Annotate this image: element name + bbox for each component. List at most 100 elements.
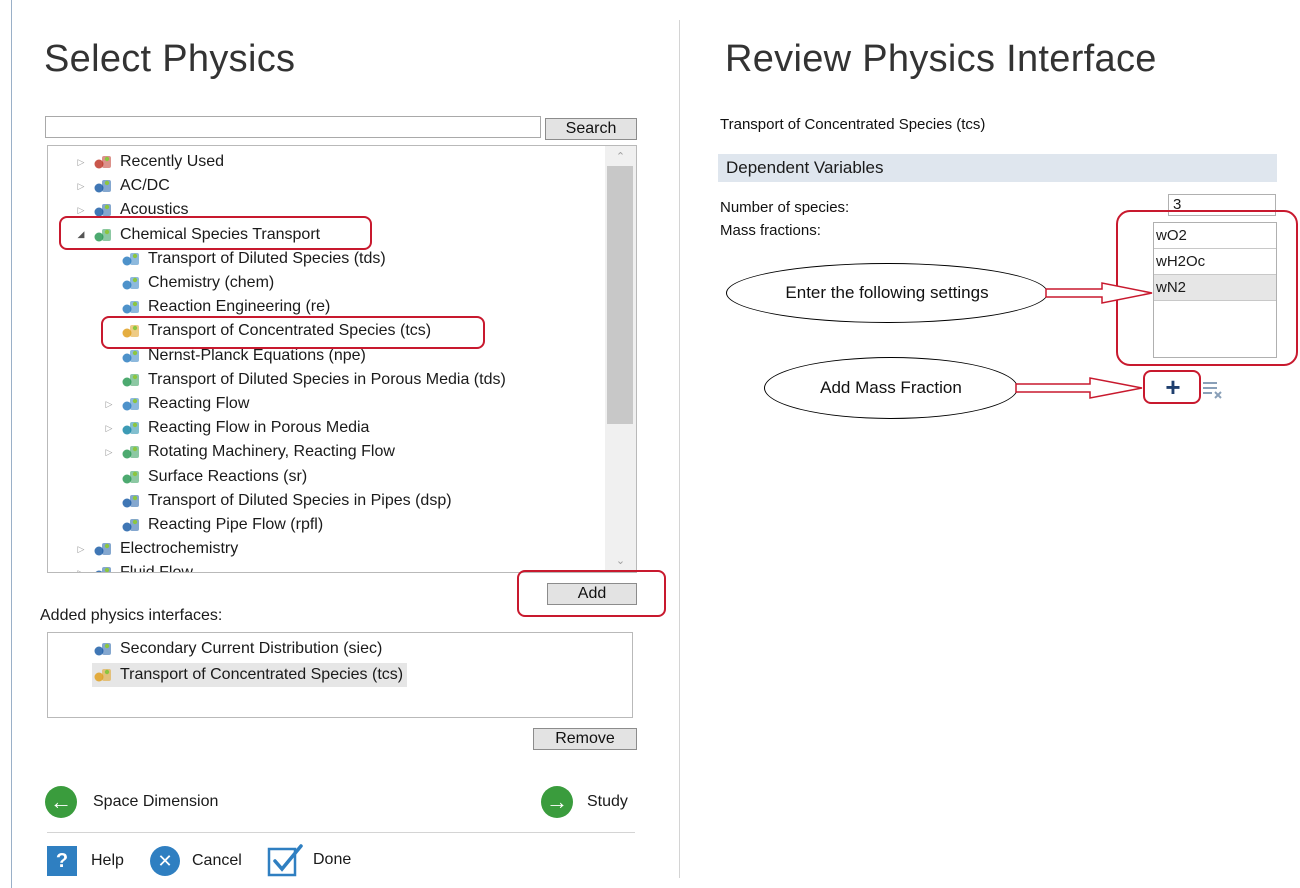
added-interfaces-list[interactable]: Secondary Current Distribution (siec) Tra…: [47, 632, 633, 718]
dependent-variables-section[interactable]: Dependent Variables: [718, 154, 1277, 182]
next-arrow-icon: →: [541, 786, 573, 818]
added-interfaces-label: Added physics interfaces:: [40, 607, 223, 624]
expand-triangle-icon[interactable]: ▷: [104, 447, 114, 458]
flask-icon: [120, 297, 142, 317]
tree-item-label: Reacting Flow in Porous Media: [148, 419, 370, 437]
help-label: Help: [91, 852, 124, 869]
tree-item-label: Reaction Engineering (re): [148, 298, 331, 316]
expand-triangle-icon[interactable]: ▷: [76, 205, 86, 216]
porous-flow-icon: [120, 418, 142, 438]
current-distribution-icon: [92, 639, 114, 659]
tree-item[interactable]: ▷ Fluid Flow: [76, 561, 193, 573]
cancel-button[interactable]: ✕ Cancel: [150, 846, 242, 876]
expand-triangle-icon[interactable]: ▷: [76, 181, 86, 192]
help-icon: ?: [47, 846, 77, 876]
window-left-edge: [11, 0, 12, 888]
bottles-icon: [92, 665, 114, 685]
callout-add-mass-fraction: Add Mass Fraction: [764, 357, 1018, 419]
surface-reactions-icon: [120, 467, 142, 487]
annotation-transport-concentrated-species: [101, 316, 485, 349]
tree-item-label: Nernst-Planck Equations (npe): [148, 346, 366, 364]
space-dimension-back-button[interactable]: ← Space Dimension: [45, 786, 218, 818]
tree-item[interactable]: Transport of Diluted Species in Pipes (d…: [104, 489, 452, 513]
added-interface-item[interactable]: Transport of Concentrated Species (tcs): [92, 663, 408, 687]
tree-item-label: Electrochemistry: [120, 540, 239, 558]
tree-item[interactable]: ▷ Electrochemistry: [76, 537, 239, 561]
tree-item[interactable]: ▷ AC/DC: [76, 174, 170, 198]
fluid-flow-icon: [92, 563, 114, 572]
added-interface-item[interactable]: Secondary Current Distribution (siec): [92, 637, 386, 661]
back-label: Space Dimension: [93, 793, 219, 810]
rotating-machinery-icon: [120, 442, 142, 462]
expand-triangle-icon[interactable]: ▷: [76, 157, 86, 168]
electrochemistry-icon: [92, 539, 114, 559]
tree-item[interactable]: ▷ Rotating Machinery, Reacting Flow: [104, 440, 395, 464]
tree-item[interactable]: Surface Reactions (sr): [104, 465, 307, 489]
porous-media-icon: [120, 370, 142, 390]
expand-triangle-icon[interactable]: ▷: [76, 544, 86, 555]
search-input[interactable]: [45, 116, 541, 138]
pipes-icon: [120, 491, 142, 511]
study-next-button[interactable]: → Study: [541, 786, 628, 818]
search-button[interactable]: Search: [545, 118, 637, 140]
scroll-down-icon[interactable]: ⌄: [605, 554, 636, 567]
added-interface-label: Transport of Concentrated Species (tcs): [120, 666, 404, 683]
next-label: Study: [587, 793, 628, 810]
tree-item-label: Transport of Diluted Species in Pipes (d…: [148, 491, 452, 509]
tree-item-label: Fluid Flow: [120, 564, 193, 573]
tree-scrollbar[interactable]: ⌃ ⌄: [605, 146, 636, 572]
cancel-icon: ✕: [150, 846, 180, 876]
reacting-flow-icon: [120, 394, 142, 414]
annotation-chemical-species-transport: [59, 216, 372, 250]
num-species-label: Number of species:: [720, 199, 850, 216]
remove-button[interactable]: Remove: [533, 728, 637, 750]
tree-item-label: Reacting Flow: [148, 395, 250, 412]
remove-button-label: Remove: [555, 730, 615, 747]
tree-item[interactable]: Reacting Pipe Flow (rpfl): [104, 513, 323, 537]
done-check-icon: [267, 844, 303, 877]
diluted-species-icon: [120, 249, 142, 269]
done-button[interactable]: Done: [267, 843, 351, 877]
chemistry-icon: [120, 273, 142, 293]
footer-divider: [47, 832, 635, 833]
expand-triangle-icon[interactable]: ▷: [104, 423, 114, 434]
review-physics-title: Review Physics Interface: [725, 38, 1157, 80]
callout-settings-text: Enter the following settings: [785, 283, 989, 302]
annotation-add-button: [517, 570, 666, 617]
added-interface-label: Secondary Current Distribution (siec): [120, 640, 383, 657]
select-physics-title: Select Physics: [44, 38, 296, 80]
expand-triangle-icon[interactable]: ▷: [76, 568, 86, 572]
done-label: Done: [313, 851, 352, 868]
tree-item-label: Recently Used: [120, 153, 225, 170]
tree-item[interactable]: ▷ Reacting Flow in Porous Media: [104, 416, 370, 440]
tree-item[interactable]: Chemistry (chem): [104, 271, 274, 295]
panel-divider: [679, 20, 680, 878]
scroll-up-icon[interactable]: ⌃: [605, 150, 636, 163]
scroll-thumb[interactable]: [607, 166, 633, 424]
back-arrow-icon: ←: [45, 786, 77, 818]
tree-item-label: Surface Reactions (sr): [148, 467, 308, 485]
section-title: Dependent Variables: [726, 158, 884, 177]
arrow-to-add-icon: [1015, 377, 1143, 399]
clock-icon: [92, 152, 114, 172]
cancel-label: Cancel: [192, 852, 242, 869]
tree-item-label: AC/DC: [120, 177, 170, 195]
tree-item-label: Transport of Diluted Species (tds): [148, 249, 386, 267]
tree-item[interactable]: Transport of Diluted Species (tds): [104, 247, 386, 271]
help-button[interactable]: ? Help: [47, 846, 124, 876]
interface-name: Transport of Concentrated Species (tcs): [720, 116, 986, 133]
callout-enter-settings: Enter the following settings: [726, 263, 1048, 323]
tree-item[interactable]: ▷ Reacting Flow: [104, 392, 250, 416]
physics-tree[interactable]: ▷ Recently Used ▷ AC/DC ▷ Acoustics ◢ Chemical …: [47, 145, 637, 573]
tree-item[interactable]: Transport of Diluted Species in Porous M…: [104, 368, 506, 392]
clear-list-icon[interactable]: [1201, 380, 1223, 400]
tree-item[interactable]: ▷ Recently Used: [76, 150, 225, 174]
tree-item-label: Reacting Pipe Flow (rpfl): [148, 516, 324, 533]
tree-item-label: Transport of Diluted Species in Porous M…: [148, 370, 506, 388]
mass-fractions-label: Mass fractions:: [720, 222, 821, 239]
annotation-add-icon: [1143, 370, 1201, 404]
expand-triangle-icon[interactable]: ▷: [104, 399, 114, 410]
lightning-icon: [92, 176, 114, 196]
pipe-flow-icon: [120, 515, 142, 535]
callout-add-text: Add Mass Fraction: [820, 378, 962, 397]
